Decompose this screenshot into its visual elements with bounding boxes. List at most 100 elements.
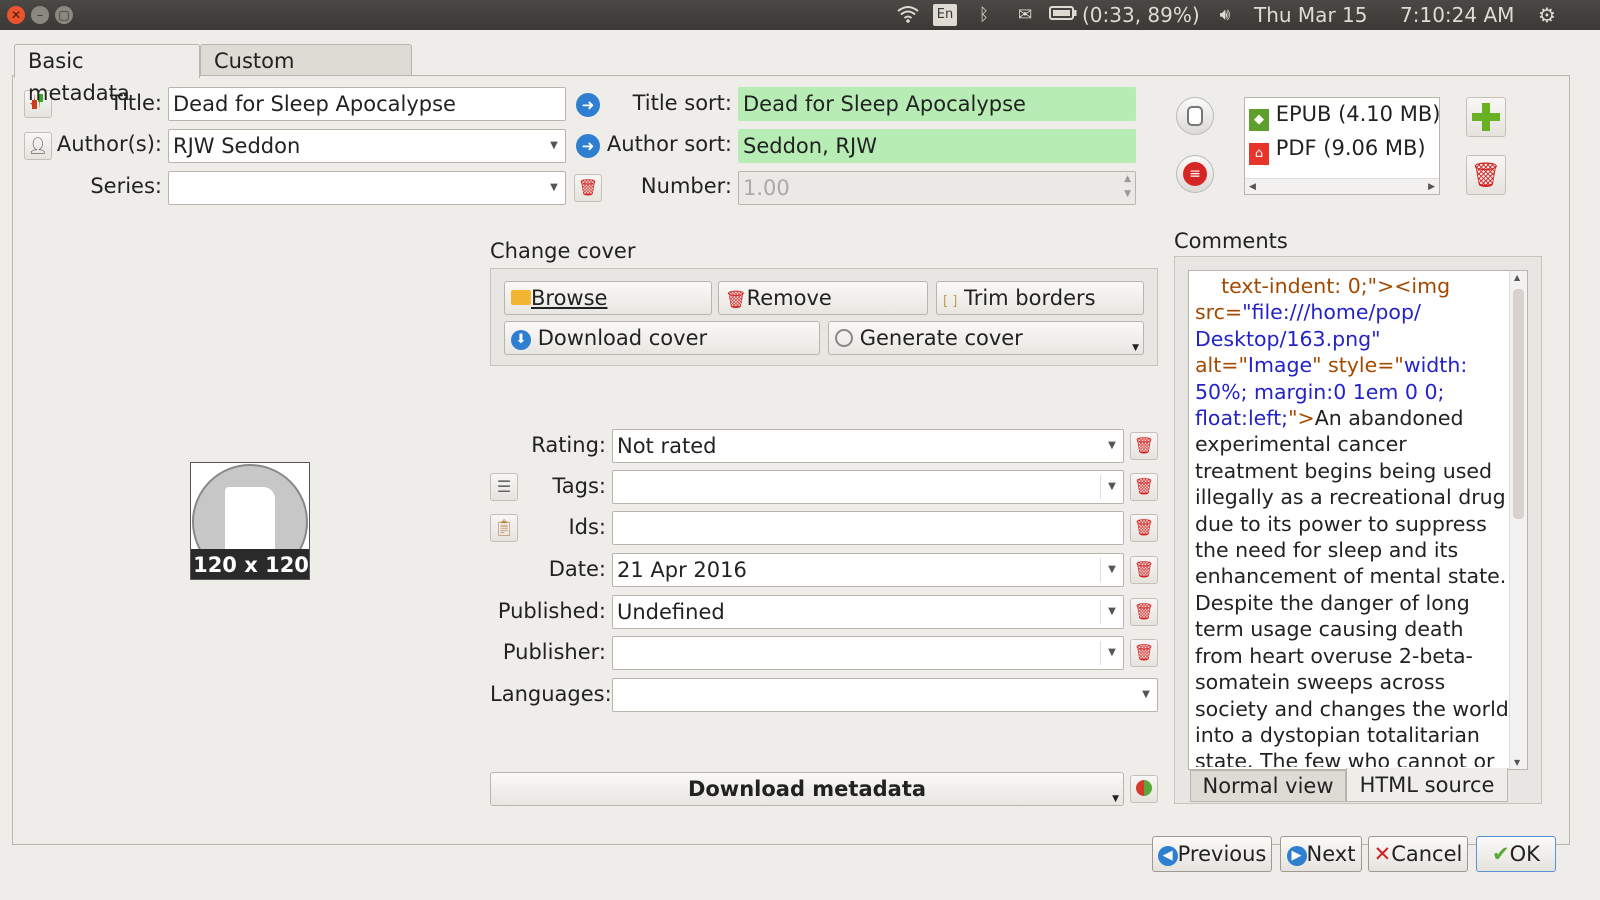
format-item-epub[interactable]: ◆ EPUB (4.10 MB) [1249, 102, 1440, 131]
clear-publisher-button[interactable]: 🗑︎ [1130, 639, 1158, 667]
publisher-field[interactable]: ▼ [612, 636, 1124, 670]
remove-label: Remove [746, 286, 832, 310]
tab-custom-metadata[interactable]: Custom metadata [200, 44, 412, 105]
clear-rating-button[interactable]: 🗑︎ [1130, 432, 1158, 460]
minimize-icon[interactable]: – [31, 6, 49, 24]
generate-cover-button[interactable]: Generate cover ▼ [828, 321, 1144, 355]
comments-line: somatein sweeps across [1195, 670, 1446, 695]
cover-image[interactable]: 120 x 120 [190, 462, 310, 580]
clear-ids-button[interactable]: 🗑︎ [1130, 514, 1158, 542]
format-icon [1187, 106, 1203, 126]
maximize-icon[interactable]: ▢ [55, 6, 73, 24]
comments-vertical-scrollbar[interactable]: ▲ ▼ [1509, 271, 1527, 769]
volume-icon[interactable]: 🔊︎ [1212, 5, 1238, 25]
clear-published-button[interactable]: 🗑︎ [1130, 598, 1158, 626]
authors-field[interactable]: RJW Seddon ▼ [168, 129, 566, 163]
tags-field[interactable]: ▼ [612, 470, 1124, 504]
remove-cover-button[interactable]: 🗑︎Remove [718, 281, 928, 315]
chevron-down-icon[interactable]: ▼ [1103, 554, 1121, 586]
chevron-down-icon[interactable]: ▼ [1137, 679, 1155, 711]
sources-icon [1136, 780, 1152, 796]
edit-tags-button[interactable]: ☰ [490, 473, 518, 501]
trash-icon: 🗑︎ [1133, 436, 1155, 455]
date-field[interactable]: 21 Apr 2016 ▼ [612, 553, 1124, 587]
normal-view-label: Normal view [1202, 774, 1334, 798]
browse-cover-button[interactable]: Browse [504, 281, 712, 315]
paste-isbn-button[interactable]: 📋︎ [490, 514, 518, 542]
comments-line: Desktop/163.png" [1195, 326, 1381, 351]
trim-borders-button[interactable]: [ ] Trim borders [936, 281, 1144, 315]
comments-line: the need for sleep and its [1195, 538, 1459, 563]
comments-html-source[interactable]: text-indent: 0;"><img src="file:///home/p… [1195, 273, 1507, 767]
chevron-down-icon[interactable]: ▼ [545, 172, 563, 204]
comments-line: term usage causing death [1195, 617, 1464, 642]
trash-icon: 🗑︎ [1133, 560, 1155, 579]
title-sort-arrow-icon[interactable]: ➜ [576, 93, 600, 117]
chevron-down-icon[interactable]: ▼ [1132, 332, 1139, 364]
clear-tags-button[interactable]: 🗑︎ [1130, 473, 1158, 501]
change-cover-title: Change cover [490, 239, 636, 263]
languages-field[interactable]: ▼ [612, 678, 1158, 712]
remove-format-db-button[interactable]: ≡ [1176, 155, 1214, 193]
add-format-button[interactable] [1466, 97, 1506, 137]
cancel-label: Cancel [1391, 842, 1463, 866]
tab-normal-view[interactable]: Normal view [1190, 770, 1346, 802]
author-sort-field[interactable]: Seddon, RJW [738, 129, 1136, 163]
download-cover-button[interactable]: ⬇ Download cover [504, 321, 820, 355]
published-field[interactable]: Undefined ▼ [612, 595, 1124, 629]
previous-button[interactable]: ◀ Previous [1152, 836, 1272, 872]
battery-icon[interactable] [1048, 5, 1078, 25]
download-icon: ⬇ [511, 330, 531, 350]
author-sort-arrow-icon[interactable]: ➜ [576, 134, 600, 158]
document-icon [225, 487, 275, 553]
mail-icon[interactable]: ✉ [1012, 5, 1038, 25]
tab-basic-metadata[interactable]: Basic metadata [14, 44, 200, 105]
chevron-down-icon[interactable]: ▼ [1103, 637, 1121, 669]
chevron-down-icon[interactable]: ▼ [1112, 783, 1119, 815]
keyboard-icon[interactable]: En [933, 4, 957, 26]
languages-label: Languages: [490, 682, 612, 706]
format-epub-label: EPUB (4.10 MB) [1275, 102, 1441, 126]
cover-from-format-button[interactable] [1176, 97, 1214, 135]
remove-format-button[interactable]: 🗑︎ [1466, 155, 1506, 195]
chevron-down-icon[interactable]: ▼ [1103, 596, 1121, 628]
chevron-down-icon[interactable]: ▼ [545, 130, 563, 162]
clear-date-button[interactable]: 🗑︎ [1130, 556, 1158, 584]
rating-select[interactable]: Not rated ▼ [612, 429, 1124, 463]
comments-line: src="file:///home/pop/ [1195, 300, 1421, 325]
comments-line: text-indent: 0;"><img [1195, 274, 1451, 298]
cancel-button[interactable]: ✕Cancel [1368, 836, 1468, 872]
chevron-down-icon[interactable]: ▼ [1103, 430, 1121, 462]
close-icon[interactable]: ✕ [7, 6, 25, 24]
ok-button[interactable]: ✔OK [1476, 836, 1556, 872]
scrollbar-thumb[interactable] [1513, 289, 1524, 519]
download-cover-label: Download cover [537, 326, 708, 350]
title-field[interactable]: Dead for Sleep Apocalypse [168, 87, 566, 121]
title-sort-field[interactable]: Dead for Sleep Apocalypse [738, 87, 1136, 121]
download-metadata-button[interactable]: Download metadata ▼ [490, 772, 1124, 806]
format-item-pdf[interactable]: ⌂ PDF (9.06 MB) [1249, 136, 1426, 165]
clear-series-button[interactable]: 🗑︎ [574, 174, 602, 202]
generate-icon [835, 329, 853, 347]
date-value: 21 Apr 2016 [617, 558, 747, 582]
series-number-value: 1.00 [743, 176, 790, 200]
system-top-bar: ✕ – ▢ En ᛒ ✉ (0:33, 89%) 🔊︎ Thu Mar 15 7… [0, 0, 1600, 30]
metadata-sources-button[interactable] [1130, 775, 1158, 803]
tab-html-source[interactable]: HTML source [1346, 768, 1508, 802]
formats-list[interactable]: ◆ EPUB (4.10 MB) ⌂ PDF (9.06 MB) ◀ ▶ [1244, 97, 1440, 195]
chevron-down-icon[interactable]: ▼ [1103, 471, 1121, 503]
clock-label[interactable]: 7:10:24 AM [1400, 0, 1514, 30]
ids-field[interactable] [612, 511, 1124, 545]
bluetooth-icon[interactable]: ᛒ [974, 5, 994, 25]
comments-editor[interactable]: text-indent: 0;"><img src="file:///home/p… [1188, 270, 1528, 770]
comments-line: alt="Image" style="width: [1195, 353, 1468, 378]
formats-horizontal-scrollbar[interactable]: ◀ ▶ [1245, 178, 1439, 194]
pdf-icon: ⌂ [1249, 143, 1269, 165]
series-field[interactable]: ▼ [168, 171, 566, 205]
gear-icon[interactable]: ⚙ [1534, 5, 1560, 25]
comments-line: enhancement of mental state. [1195, 564, 1507, 589]
next-button[interactable]: ▶ Next [1280, 836, 1362, 872]
wifi-icon[interactable] [896, 5, 920, 25]
date-label[interactable]: Thu Mar 15 [1254, 0, 1367, 30]
battery-status: (0:33, 89%) [1082, 3, 1200, 27]
